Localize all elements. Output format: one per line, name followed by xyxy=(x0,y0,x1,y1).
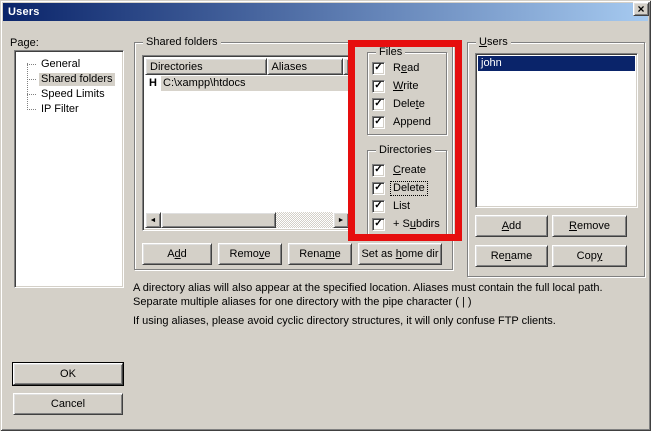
set-as-home-dir-button[interactable]: Set as home dir xyxy=(358,243,442,265)
read-checkbox[interactable]: ✓ xyxy=(372,62,385,75)
files-group-label: Files xyxy=(376,46,405,59)
delete-file-checkbox[interactable]: ✓ xyxy=(372,98,385,111)
delete-file-checkbox-label: Delete xyxy=(391,98,427,111)
list-checkbox[interactable]: ✓ xyxy=(372,200,385,213)
checkbox-row-append[interactable]: ✓ Append xyxy=(372,115,433,130)
title-bar[interactable]: Users xyxy=(3,3,648,21)
tree-item-label: General xyxy=(39,58,82,71)
create-checkbox[interactable]: ✓ xyxy=(372,164,385,177)
write-checkbox-label: Write xyxy=(391,80,420,93)
tree-item-label: IP Filter xyxy=(39,103,81,116)
list-header-row: Directories Aliases xyxy=(145,58,349,75)
write-checkbox[interactable]: ✓ xyxy=(372,80,385,93)
tree-item-general[interactable]: General xyxy=(17,57,121,72)
checkbox-row-write[interactable]: ✓ Write xyxy=(372,79,420,94)
checkmark-icon: ✓ xyxy=(374,117,382,127)
checkbox-row-subdirs[interactable]: ✓ + Subdirs xyxy=(372,217,442,232)
directory-path: C:\xampp\htdocs xyxy=(161,76,349,91)
checkmark-icon: ✓ xyxy=(374,81,382,91)
button-label: Rename xyxy=(491,250,533,262)
shared-folders-list-body: Directories Aliases H C:\xampp\htdocs xyxy=(145,58,349,228)
create-checkbox-label: Create xyxy=(391,164,428,177)
delete-dir-checkbox[interactable]: ✓ xyxy=(372,182,385,195)
checkbox-row-delete-dir[interactable]: ✓ Delete xyxy=(372,181,427,196)
shared-folders-list: Directories Aliases H C:\xampp\htdocs ◄ … xyxy=(142,55,352,231)
column-header-filler xyxy=(343,58,349,75)
home-flag: H xyxy=(145,77,161,89)
shared-folders-group-label: Shared folders xyxy=(143,36,221,49)
remove-user-button[interactable]: Remove xyxy=(552,215,627,237)
rename-directory-button[interactable]: Rename xyxy=(288,243,352,265)
add-directory-button[interactable]: Add xyxy=(142,243,212,265)
column-header-aliases[interactable]: Aliases xyxy=(267,58,343,75)
append-checkbox-label: Append xyxy=(391,116,433,129)
users-list-body: john xyxy=(478,56,635,205)
checkbox-row-delete-file[interactable]: ✓ Delete xyxy=(372,97,427,112)
tree-item-speed-limits[interactable]: Speed Limits xyxy=(17,87,121,102)
button-label: OK xyxy=(60,368,76,380)
scrollbar-thumb[interactable] xyxy=(161,212,276,228)
copy-user-button[interactable]: Copy xyxy=(552,245,627,267)
alias-info-paragraph-1: A directory alias will also appear at th… xyxy=(133,281,645,309)
button-label: Remove xyxy=(230,248,271,260)
horizontal-scrollbar[interactable]: ◄ ► xyxy=(145,212,349,228)
checkmark-icon: ✓ xyxy=(374,63,382,73)
scroll-left-icon: ◄ xyxy=(150,217,157,224)
tree-item-shared-folders[interactable]: Shared folders xyxy=(17,72,121,87)
checkmark-icon: ✓ xyxy=(374,201,382,211)
button-label: Add xyxy=(167,248,187,260)
checkmark-icon: ✓ xyxy=(374,219,382,229)
button-label: Add xyxy=(502,220,522,232)
scroll-right-icon: ► xyxy=(338,217,345,224)
files-permissions-group: Files ✓ Read ✓ Write ✓ Delete ✓ Append xyxy=(367,52,447,135)
window-title: Users xyxy=(8,6,40,18)
button-label: Rename xyxy=(299,248,341,260)
list-checkbox-label: List xyxy=(391,200,412,213)
add-user-button[interactable]: Add xyxy=(475,215,548,237)
directories-group-label: Directories xyxy=(376,144,435,157)
button-label: Set as home dir xyxy=(361,248,438,260)
alias-info-paragraph-2: If using aliases, please avoid cyclic di… xyxy=(133,314,645,328)
users-group-label: Users xyxy=(476,36,511,49)
directories-permissions-group: Directories ✓ Create ✓ Delete ✓ List ✓ +… xyxy=(367,150,447,237)
close-button[interactable]: × xyxy=(633,2,649,16)
column-header-label: Directories xyxy=(150,61,203,73)
button-label: Cancel xyxy=(51,398,85,410)
alias-info-text: A directory alias will also appear at th… xyxy=(133,281,645,328)
remove-directory-button[interactable]: Remove xyxy=(218,243,282,265)
button-label: Remove xyxy=(569,220,610,232)
checkmark-icon: ✓ xyxy=(374,183,382,193)
scroll-right-button[interactable]: ► xyxy=(333,212,349,228)
tree-item-label: Shared folders xyxy=(39,73,115,86)
page-tree: General Shared folders Speed Limits IP F… xyxy=(14,50,124,288)
checkmark-icon: ✓ xyxy=(374,165,382,175)
subdirs-checkbox[interactable]: ✓ xyxy=(372,218,385,231)
tree-item-ip-filter[interactable]: IP Filter xyxy=(17,102,121,117)
directory-row[interactable]: H C:\xampp\htdocs xyxy=(145,75,349,91)
rename-user-button[interactable]: Rename xyxy=(475,245,548,267)
checkbox-row-read[interactable]: ✓ Read xyxy=(372,61,421,76)
append-checkbox[interactable]: ✓ xyxy=(372,116,385,129)
user-item-john[interactable]: john xyxy=(478,56,635,71)
button-label: Copy xyxy=(577,250,603,262)
subdirs-checkbox-label: + Subdirs xyxy=(391,218,442,231)
scrollbar-track[interactable] xyxy=(161,212,333,228)
cancel-button[interactable]: Cancel xyxy=(13,393,123,415)
column-header-label: Aliases xyxy=(272,61,307,73)
checkbox-row-list[interactable]: ✓ List xyxy=(372,199,412,214)
checkbox-row-create[interactable]: ✓ Create xyxy=(372,163,428,178)
scroll-left-button[interactable]: ◄ xyxy=(145,212,161,228)
users-dialog: Users × Page: General Shared folders Spe… xyxy=(0,0,651,431)
users-list: john xyxy=(475,53,638,208)
read-checkbox-label: Read xyxy=(391,62,421,75)
close-icon: × xyxy=(637,3,644,15)
ok-button[interactable]: OK xyxy=(13,363,123,385)
column-header-directories[interactable]: Directories xyxy=(145,58,267,75)
tree-item-label: Speed Limits xyxy=(39,88,107,101)
delete-dir-checkbox-label: Delete xyxy=(391,182,427,195)
checkmark-icon: ✓ xyxy=(374,99,382,109)
page-tree-list: General Shared folders Speed Limits IP F… xyxy=(17,53,121,285)
page-label: Page: xyxy=(10,37,39,49)
